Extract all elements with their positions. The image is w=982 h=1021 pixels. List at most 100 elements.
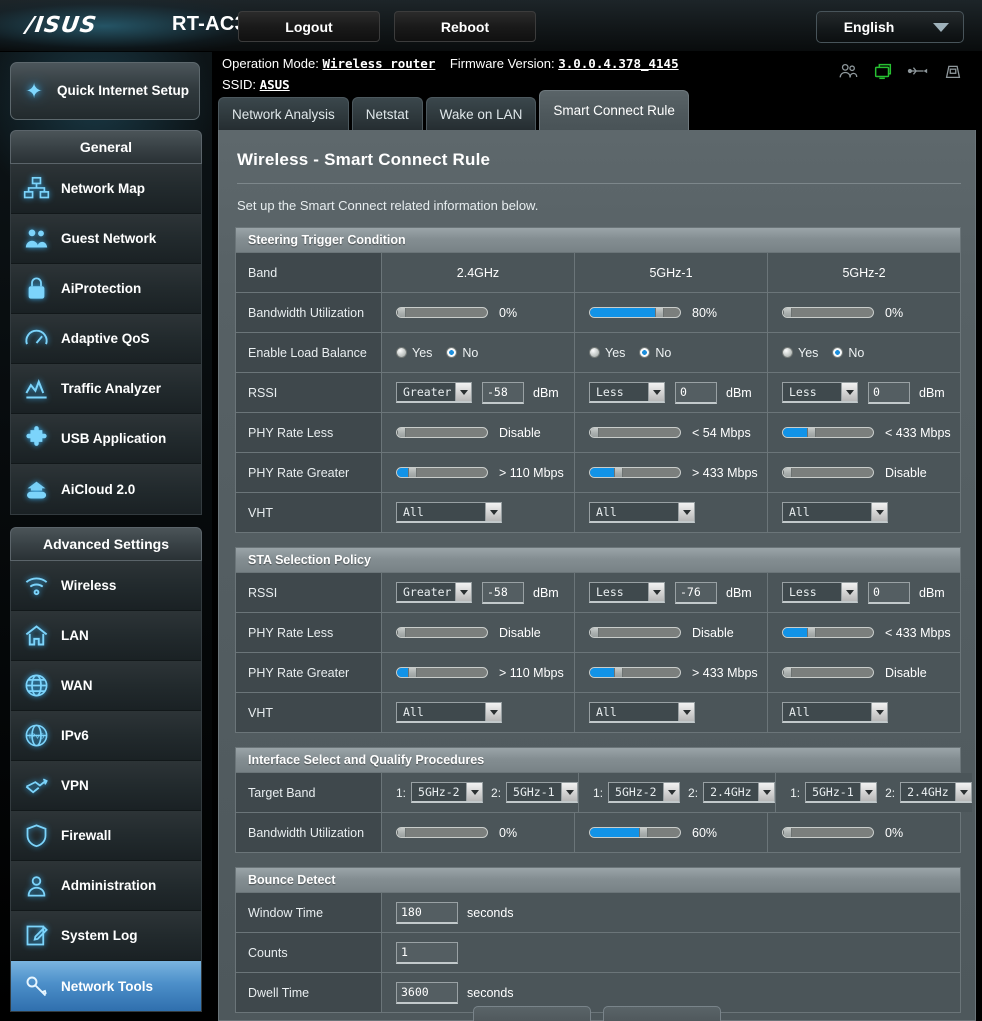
chevron-down-icon[interactable]: [841, 583, 857, 601]
slider-track[interactable]: [782, 667, 874, 678]
sidebar-item-aiprotection[interactable]: AiProtection: [11, 264, 201, 314]
slider-handle[interactable]: [638, 828, 648, 837]
window-time-input[interactable]: 180: [396, 901, 458, 924]
usb-icon[interactable]: [907, 60, 929, 82]
chevron-down-icon[interactable]: [485, 703, 501, 721]
phy-rate-greater-slider[interactable]: Disable: [782, 666, 927, 680]
rssi-operator-dropdown[interactable]: Less: [782, 382, 858, 403]
bandwidth-slider[interactable]: 80%: [589, 306, 717, 320]
sidebar-item-adaptive-qos[interactable]: Adaptive QoS: [11, 314, 201, 364]
slider-handle[interactable]: [408, 468, 418, 477]
slider-track[interactable]: [396, 467, 488, 478]
monitor-icon[interactable]: [872, 60, 894, 82]
phy-rate-less-slider[interactable]: Disable: [396, 626, 541, 640]
phy-rate-less-slider[interactable]: < 433 Mbps: [782, 626, 951, 640]
operation-mode-link[interactable]: Wireless router: [322, 56, 435, 71]
rssi-operator-dropdown[interactable]: Less: [589, 582, 665, 603]
sidebar-item-administration[interactable]: Administration: [11, 861, 201, 911]
slider-handle[interactable]: [590, 628, 599, 637]
slider-track[interactable]: [589, 427, 681, 438]
slider-track[interactable]: [396, 667, 488, 678]
chevron-down-icon[interactable]: [678, 503, 694, 521]
phy-rate-greater-slider[interactable]: > 110 Mbps: [396, 466, 564, 480]
slider-handle[interactable]: [397, 828, 406, 837]
sidebar-item-lan[interactable]: LAN: [11, 611, 201, 661]
slider-handle[interactable]: [783, 668, 792, 677]
tab-network-analysis[interactable]: Network Analysis: [218, 97, 349, 130]
slider-handle[interactable]: [397, 628, 406, 637]
sidebar-item-aicloud[interactable]: AiCloud 2.0: [11, 464, 201, 514]
vht-dropdown[interactable]: All: [782, 502, 888, 523]
radio-yes[interactable]: Yes: [589, 346, 625, 360]
vht-dropdown[interactable]: All: [589, 702, 695, 723]
slider-handle[interactable]: [654, 308, 664, 317]
slider-handle[interactable]: [783, 828, 792, 837]
slider-handle[interactable]: [408, 668, 418, 677]
rssi-value-input[interactable]: 0: [868, 381, 910, 404]
radio-no[interactable]: No: [832, 346, 864, 360]
bandwidth-slider[interactable]: 0%: [782, 826, 903, 840]
slider-handle[interactable]: [807, 428, 817, 437]
radio-no[interactable]: No: [446, 346, 478, 360]
sidebar-item-guest-network[interactable]: Guest Network: [11, 214, 201, 264]
slider-handle[interactable]: [807, 628, 817, 637]
dwell-time-input[interactable]: 3600: [396, 981, 458, 1004]
chevron-down-icon[interactable]: [561, 783, 578, 801]
slider-track[interactable]: [782, 427, 874, 438]
rssi-operator-dropdown[interactable]: Less: [782, 582, 858, 603]
chevron-down-icon[interactable]: [871, 503, 887, 521]
slider-handle[interactable]: [590, 428, 599, 437]
bandwidth-slider[interactable]: 60%: [589, 826, 717, 840]
firmware-version-link[interactable]: 3.0.0.4.378_4145: [558, 56, 678, 71]
chevron-down-icon[interactable]: [758, 783, 775, 801]
rssi-value-input[interactable]: -76: [675, 581, 717, 604]
radio-no[interactable]: No: [639, 346, 671, 360]
sidebar-item-network-tools[interactable]: Network Tools: [11, 961, 201, 1011]
chevron-down-icon[interactable]: [455, 583, 471, 601]
chevron-down-icon[interactable]: [678, 703, 694, 721]
sidebar-item-system-log[interactable]: System Log: [11, 911, 201, 961]
reboot-button[interactable]: Reboot: [394, 11, 536, 42]
sidebar-item-usb-application[interactable]: USB Application: [11, 414, 201, 464]
chevron-down-icon[interactable]: [466, 783, 483, 801]
target-band-dropdown-2[interactable]: 5GHz-1: [506, 782, 579, 803]
tab-wake-on-lan[interactable]: Wake on LAN: [425, 97, 537, 130]
sidebar-item-ipv6[interactable]: IPv6 IPv6: [11, 711, 201, 761]
vht-dropdown[interactable]: All: [396, 702, 502, 723]
phy-rate-greater-slider[interactable]: > 433 Mbps: [589, 466, 758, 480]
slider-track[interactable]: [589, 667, 681, 678]
slider-handle[interactable]: [783, 468, 792, 477]
slider-track[interactable]: [589, 627, 681, 638]
slider-handle[interactable]: [783, 308, 792, 317]
form-button-left[interactable]: [473, 1006, 591, 1021]
sidebar-item-network-map[interactable]: Network Map: [11, 164, 201, 214]
chevron-down-icon[interactable]: [955, 783, 972, 801]
slider-track[interactable]: [589, 467, 681, 478]
language-selector[interactable]: English: [816, 11, 964, 43]
radio-yes[interactable]: Yes: [396, 346, 432, 360]
slider-handle[interactable]: [397, 308, 406, 317]
clients-icon[interactable]: [837, 60, 859, 82]
vht-dropdown[interactable]: All: [589, 502, 695, 523]
slider-track[interactable]: [396, 307, 488, 318]
slider-handle[interactable]: [614, 468, 624, 477]
sidebar-item-firewall[interactable]: Firewall: [11, 811, 201, 861]
sidebar-item-wireless[interactable]: Wireless: [11, 561, 201, 611]
rssi-operator-dropdown[interactable]: Greater: [396, 382, 472, 403]
slider-track[interactable]: [396, 427, 488, 438]
slider-track[interactable]: [396, 827, 488, 838]
slider-track[interactable]: [782, 627, 874, 638]
phy-rate-less-slider[interactable]: < 433 Mbps: [782, 426, 951, 440]
quick-internet-setup-button[interactable]: ✦ Quick Internet Setup: [10, 62, 200, 120]
phy-rate-greater-slider[interactable]: > 110 Mbps: [396, 666, 564, 680]
bandwidth-slider[interactable]: 0%: [396, 826, 517, 840]
chevron-down-icon[interactable]: [871, 703, 887, 721]
rssi-operator-dropdown[interactable]: Less: [589, 382, 665, 403]
phy-rate-less-slider[interactable]: Disable: [396, 426, 541, 440]
target-band-dropdown-2[interactable]: 2.4GHz: [900, 782, 973, 803]
target-band-dropdown-1[interactable]: 5GHz-2: [608, 782, 681, 803]
chevron-down-icon[interactable]: [485, 503, 501, 521]
rssi-value-input[interactable]: 0: [675, 381, 717, 404]
phy-rate-greater-slider[interactable]: > 433 Mbps: [589, 666, 758, 680]
phy-rate-less-slider[interactable]: Disable: [589, 626, 734, 640]
